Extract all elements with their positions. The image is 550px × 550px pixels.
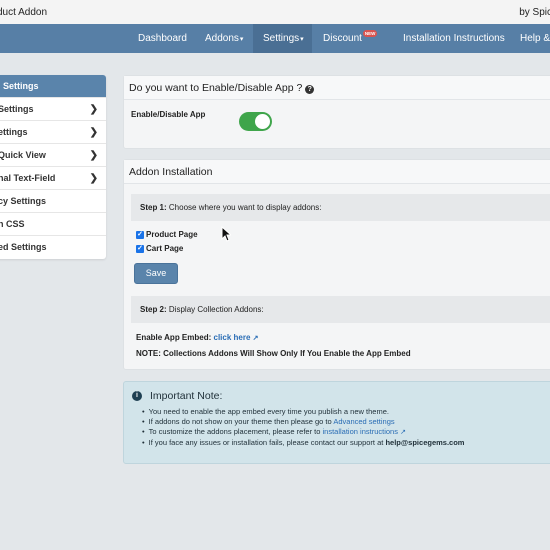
mouse-cursor-icon [221, 226, 231, 242]
chevron-right-icon: ❯ [89, 127, 98, 138]
external-link-icon: ↗ [400, 429, 406, 436]
note-item-text: To customize the addons placement, pleas… [148, 427, 321, 436]
nav-help-label: Help & [520, 33, 550, 44]
sidebar-item-css[interactable]: n CSS [0, 213, 106, 236]
nav-discount-label: Discount [323, 33, 362, 44]
checkbox-label: Product Page [146, 230, 198, 239]
sidebar-item-text-field[interactable]: nal Text-Field ❯ [0, 167, 106, 190]
save-button[interactable]: Save [134, 263, 178, 284]
step2-prefix: Step 2: [140, 305, 167, 314]
sidebar-item-label: Settings [0, 104, 34, 114]
step2-bar: Step 2: Display Collection Addons: [131, 296, 550, 323]
panel-title: Addon Installation [124, 160, 550, 184]
settings-sidebar: l Settings Settings ❯ ettings ❯ Quick View… [0, 75, 106, 259]
sidebar-item-currency[interactable]: cy Settings [0, 190, 106, 213]
note-item: To customize the addons placement, pleas… [142, 427, 464, 438]
sidebar-item-label: n CSS [0, 219, 25, 229]
note-item-text: If addons do not show on your theme then… [148, 417, 332, 426]
enable-app-toggle[interactable] [239, 112, 272, 131]
note-list: You need to enable the app embed every t… [142, 407, 465, 448]
chevron-right-icon: ❯ [89, 104, 98, 115]
question-icon[interactable]: ? [305, 85, 315, 94]
important-note-panel: i Important Note: You need to enable the… [123, 381, 550, 464]
nav-addons[interactable]: Addons▾ [205, 24, 243, 53]
external-link-icon: ↗ [252, 335, 259, 342]
product-page-checkbox[interactable]: ✓ Product Page [136, 230, 198, 239]
vendor-text: by Spic [519, 7, 550, 18]
note-title: Important Note: [150, 390, 223, 402]
sidebar-item-general[interactable]: l Settings [0, 75, 106, 98]
caret-down-icon: ▾ [300, 36, 304, 43]
caret-down-icon: ▾ [239, 36, 244, 43]
main-navbar: Dashboard Addons▾ Settings▾ Discount NEW … [0, 24, 550, 53]
panel-title: Do you want to Enable/Disable App ? ? [124, 76, 550, 100]
checkbox-checked-icon[interactable]: ✓ [136, 244, 144, 253]
sidebar-item-advanced[interactable]: ed Settings [0, 236, 106, 259]
toggle-knob [255, 114, 270, 129]
sidebar-item-label: nal Text-Field [0, 173, 56, 183]
advanced-settings-link[interactable]: Advanced settings [333, 417, 394, 426]
step1-text: Choose where you want to display addons: [168, 203, 322, 212]
addon-installation-panel: Addon Installation Step 1: Choose where … [123, 159, 550, 370]
sidebar-item-quick-view[interactable]: Quick View ❯ [0, 144, 106, 167]
chevron-right-icon: ❯ [89, 173, 98, 184]
embed-label: Enable App Embed: [136, 333, 212, 342]
nav-installation-label: Installation Instructions [403, 33, 505, 44]
install-panel-title: Addon Installation [129, 166, 213, 178]
sidebar-item-label: Quick View [0, 150, 46, 160]
nav-installation[interactable]: Installation Instructions [403, 24, 505, 53]
embed-link[interactable]: click here [214, 333, 251, 342]
nav-discount[interactable]: Discount NEW [323, 24, 378, 53]
nav-help[interactable]: Help & [520, 24, 550, 53]
sidebar-item-settings-2[interactable]: ettings ❯ [0, 121, 106, 144]
app-title: duct Addon [0, 7, 48, 18]
enable-app-label: Enable/Disable App [131, 110, 206, 119]
step1-bar: Step 1: Choose where you want to display… [131, 194, 550, 221]
sidebar-item-label: ettings [0, 127, 28, 137]
chevron-right-icon: ❯ [89, 150, 98, 161]
sidebar-item-label: ed Settings [0, 242, 47, 252]
note-item-text: You need to enable the app embed every t… [148, 407, 389, 416]
checkbox-label: Cart Page [146, 244, 184, 253]
nav-addons-label: Addons [205, 33, 239, 44]
sidebar-item-label: cy Settings [0, 196, 47, 206]
step1-prefix: Step 1: [140, 203, 167, 212]
step2-text: Display Collection Addons: [168, 305, 264, 314]
nav-dashboard[interactable]: Dashboard [138, 24, 187, 53]
enable-app-panel: Do you want to Enable/Disable App ? ? En… [123, 75, 550, 149]
nav-dashboard-label: Dashboard [138, 33, 187, 44]
enable-panel-title: Do you want to Enable/Disable App ? [129, 82, 303, 94]
note-item-text: If you face any issues or installation f… [148, 438, 384, 447]
checkbox-checked-icon[interactable]: ✓ [136, 230, 144, 239]
embed-note: NOTE: Collections Addons Will Show Only … [136, 349, 411, 358]
nav-settings[interactable]: Settings▾ [253, 24, 312, 53]
new-badge: NEW [362, 30, 378, 37]
sidebar-item-label: l Settings [0, 81, 39, 91]
embed-row: Enable App Embed: click here ↗ [136, 333, 259, 342]
support-email[interactable]: help@spicegems.com [385, 438, 464, 447]
nav-settings-label: Settings [263, 33, 300, 44]
cart-page-checkbox[interactable]: ✓ Cart Page [136, 244, 183, 253]
top-bar: duct Addon by Spic [0, 0, 550, 24]
note-item: You need to enable the app embed every t… [142, 407, 464, 417]
note-item: If addons do not show on your theme then… [142, 417, 464, 427]
info-icon: i [132, 391, 142, 401]
installation-instructions-link[interactable]: installation instructions [323, 427, 398, 436]
note-item: If you face any issues or installation f… [142, 438, 465, 448]
sidebar-item-settings[interactable]: Settings ❯ [0, 98, 106, 121]
